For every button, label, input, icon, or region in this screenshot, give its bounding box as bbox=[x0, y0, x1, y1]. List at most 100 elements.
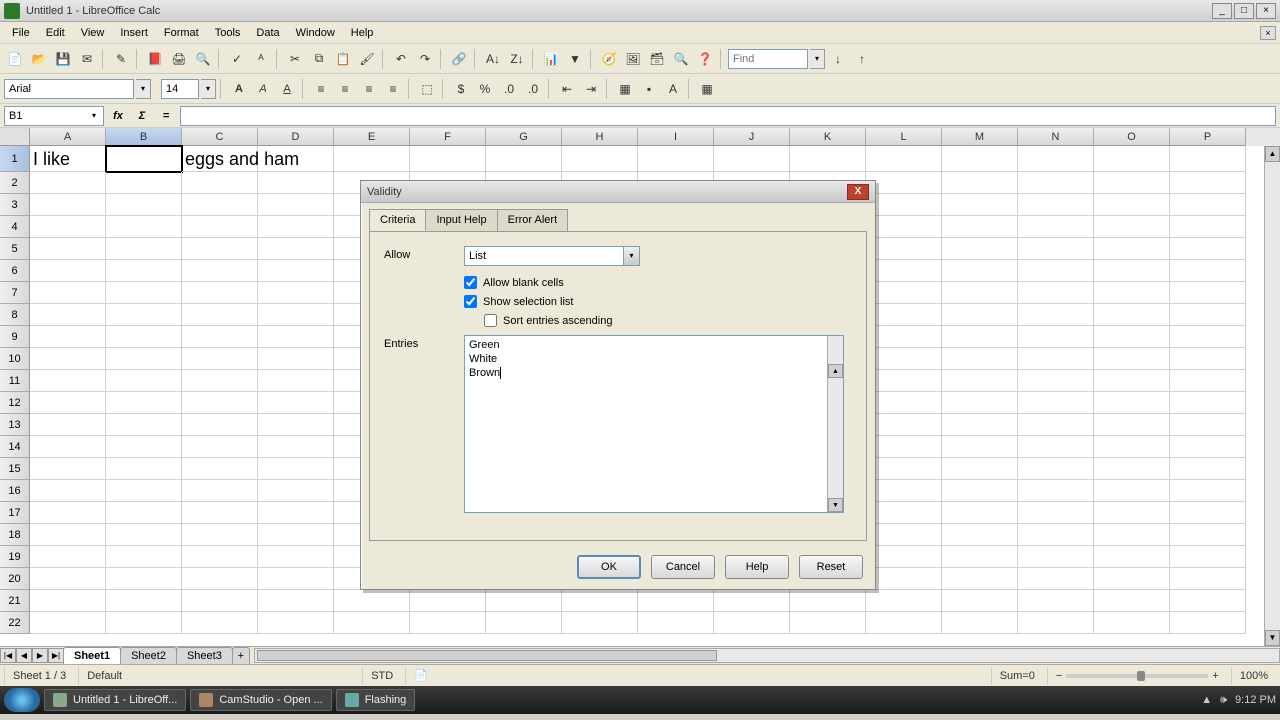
cell-B11[interactable] bbox=[106, 370, 182, 392]
cell-M10[interactable] bbox=[942, 348, 1018, 370]
cell-D16[interactable] bbox=[258, 480, 334, 502]
formula-input[interactable] bbox=[180, 106, 1276, 126]
cell-D9[interactable] bbox=[258, 326, 334, 348]
cell-O16[interactable] bbox=[1094, 480, 1170, 502]
horizontal-scrollbar[interactable] bbox=[254, 648, 1280, 663]
cell-M14[interactable] bbox=[942, 436, 1018, 458]
percent-button[interactable]: % bbox=[474, 78, 496, 100]
cell-D14[interactable] bbox=[258, 436, 334, 458]
cell-A10[interactable] bbox=[30, 348, 106, 370]
cell-B8[interactable] bbox=[106, 304, 182, 326]
cell-P18[interactable] bbox=[1170, 524, 1246, 546]
cell-M17[interactable] bbox=[942, 502, 1018, 524]
cell-O11[interactable] bbox=[1094, 370, 1170, 392]
minimize-button[interactable]: _ bbox=[1212, 3, 1232, 19]
cell-P16[interactable] bbox=[1170, 480, 1246, 502]
cell-P10[interactable] bbox=[1170, 348, 1246, 370]
cell-C10[interactable] bbox=[182, 348, 258, 370]
start-button[interactable] bbox=[4, 688, 40, 712]
cell-O9[interactable] bbox=[1094, 326, 1170, 348]
cell-J22[interactable] bbox=[714, 612, 790, 634]
borders-button[interactable]: ▦ bbox=[614, 78, 636, 100]
cell-D1[interactable] bbox=[258, 146, 334, 172]
cell-D8[interactable] bbox=[258, 304, 334, 326]
align-right-button[interactable]: ≡ bbox=[358, 78, 380, 100]
cell-B17[interactable] bbox=[106, 502, 182, 524]
cell-D19[interactable] bbox=[258, 546, 334, 568]
cell-A17[interactable] bbox=[30, 502, 106, 524]
column-header-N[interactable]: N bbox=[1018, 128, 1094, 146]
last-sheet-button[interactable]: ▶| bbox=[48, 648, 64, 663]
name-box[interactable]: ▾ bbox=[4, 106, 104, 126]
menu-data[interactable]: Data bbox=[248, 25, 287, 41]
font-name-dropdown[interactable]: ▾ bbox=[136, 79, 151, 99]
cell-B20[interactable] bbox=[106, 568, 182, 590]
cell-M9[interactable] bbox=[942, 326, 1018, 348]
cell-C15[interactable] bbox=[182, 458, 258, 480]
row-header-3[interactable]: 3 bbox=[0, 194, 30, 216]
cell-M16[interactable] bbox=[942, 480, 1018, 502]
cell-D4[interactable] bbox=[258, 216, 334, 238]
taskbar-item-3[interactable]: Flashing bbox=[336, 689, 416, 711]
menu-tools[interactable]: Tools bbox=[207, 25, 249, 41]
underline-button[interactable]: A bbox=[276, 78, 298, 100]
find-input[interactable] bbox=[728, 49, 808, 69]
cell-C1[interactable]: eggs and ham bbox=[182, 146, 258, 172]
cell-D5[interactable] bbox=[258, 238, 334, 260]
zoom-slider[interactable]: −+ bbox=[1047, 667, 1227, 685]
cell-K22[interactable] bbox=[790, 612, 866, 634]
cell-O5[interactable] bbox=[1094, 238, 1170, 260]
maximize-button[interactable]: □ bbox=[1234, 3, 1254, 19]
cell-M4[interactable] bbox=[942, 216, 1018, 238]
close-button[interactable]: × bbox=[1256, 3, 1276, 19]
entries-scrollbar[interactable]: ▲ ▼ bbox=[827, 336, 843, 512]
cell-J21[interactable] bbox=[714, 590, 790, 612]
sheet-tab-1[interactable]: Sheet1 bbox=[63, 647, 121, 664]
cell-P1[interactable] bbox=[1170, 146, 1246, 172]
cell-P17[interactable] bbox=[1170, 502, 1246, 524]
reset-button[interactable]: Reset bbox=[799, 555, 863, 579]
datasources-button[interactable]: 🗃 bbox=[646, 48, 668, 70]
cell-C18[interactable] bbox=[182, 524, 258, 546]
cell-A19[interactable] bbox=[30, 546, 106, 568]
cell-A5[interactable] bbox=[30, 238, 106, 260]
cell-P8[interactable] bbox=[1170, 304, 1246, 326]
cell-N11[interactable] bbox=[1018, 370, 1094, 392]
vertical-scrollbar[interactable]: ▲ ▼ bbox=[1264, 146, 1280, 646]
format-paintbrush-button[interactable]: 🖌 bbox=[356, 48, 378, 70]
sort-desc-button[interactable]: Z↓ bbox=[506, 48, 528, 70]
show-selection-list-checkbox[interactable]: Show selection list bbox=[464, 295, 852, 308]
column-header-O[interactable]: O bbox=[1094, 128, 1170, 146]
cell-C13[interactable] bbox=[182, 414, 258, 436]
cell-C19[interactable] bbox=[182, 546, 258, 568]
cell-O10[interactable] bbox=[1094, 348, 1170, 370]
entries-textarea[interactable]: Green White Brown ▲ ▼ bbox=[464, 335, 844, 513]
decrease-indent-button[interactable]: ⇤ bbox=[556, 78, 578, 100]
cell-M22[interactable] bbox=[942, 612, 1018, 634]
column-header-A[interactable]: A bbox=[30, 128, 106, 146]
cell-E21[interactable] bbox=[334, 590, 410, 612]
italic-button[interactable]: A bbox=[252, 78, 274, 100]
redo-button[interactable]: ↷ bbox=[414, 48, 436, 70]
tray-icon[interactable]: ▲ bbox=[1201, 694, 1212, 706]
cell-P13[interactable] bbox=[1170, 414, 1246, 436]
cell-N10[interactable] bbox=[1018, 348, 1094, 370]
cell-O13[interactable] bbox=[1094, 414, 1170, 436]
row-header-13[interactable]: 13 bbox=[0, 414, 30, 436]
cancel-button[interactable]: Cancel bbox=[651, 555, 715, 579]
cell-P19[interactable] bbox=[1170, 546, 1246, 568]
cell-G1[interactable] bbox=[486, 146, 562, 172]
cell-F22[interactable] bbox=[410, 612, 486, 634]
cell-C3[interactable] bbox=[182, 194, 258, 216]
column-header-M[interactable]: M bbox=[942, 128, 1018, 146]
help-button[interactable]: ❓ bbox=[694, 48, 716, 70]
dialog-tab-error-alert[interactable]: Error Alert bbox=[497, 209, 569, 231]
find-prev-button[interactable]: ↑ bbox=[851, 48, 873, 70]
cell-C8[interactable] bbox=[182, 304, 258, 326]
cell-M19[interactable] bbox=[942, 546, 1018, 568]
cell-L1[interactable] bbox=[866, 146, 942, 172]
open-button[interactable]: 📂 bbox=[28, 48, 50, 70]
cell-B4[interactable] bbox=[106, 216, 182, 238]
scroll-up-arrow[interactable]: ▲ bbox=[1265, 146, 1280, 162]
cell-A14[interactable] bbox=[30, 436, 106, 458]
